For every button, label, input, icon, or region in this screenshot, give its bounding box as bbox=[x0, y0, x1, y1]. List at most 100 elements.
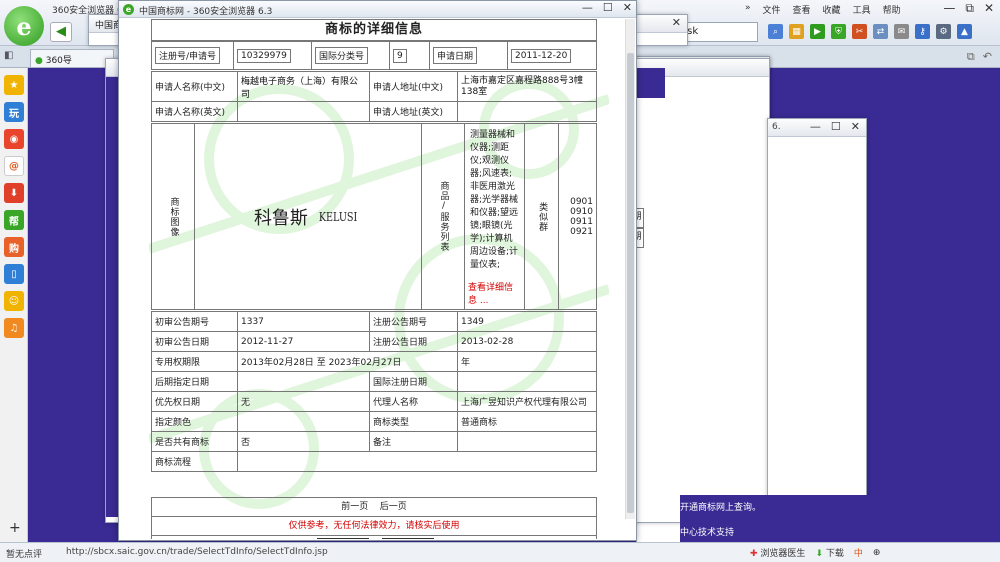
sidebar-help-icon[interactable]: 帮 bbox=[4, 210, 24, 230]
doctor-icon: ✚ bbox=[750, 549, 758, 559]
popup-scrollbar[interactable] bbox=[625, 19, 635, 519]
minimize-icon[interactable]: — bbox=[943, 1, 955, 16]
menu-tools[interactable]: 工具 bbox=[853, 3, 871, 16]
applicant-en-value bbox=[237, 101, 370, 122]
pagination: 前一页 后一页 bbox=[151, 497, 597, 517]
address-cn-value: 上海市嘉定区嘉程路888号3幢138室 bbox=[457, 71, 597, 102]
menu-file[interactable]: 文件 bbox=[763, 3, 781, 16]
applicant-cn-value: 梅越电子商务（上海）有限公司 bbox=[237, 71, 370, 102]
popup-titlebar: e 中国商标网 - 360安全浏览器 6.3 — ☐ ✕ bbox=[119, 1, 636, 18]
intl-class-label: 国际分类号 bbox=[315, 47, 369, 64]
print-button[interactable]: 打 印 bbox=[317, 538, 369, 539]
download-icon[interactable]: ⬇ bbox=[4, 183, 24, 203]
menu-view[interactable]: 查看 bbox=[793, 3, 811, 16]
page-title: 商标的详细信息 bbox=[151, 19, 597, 41]
color-value bbox=[237, 411, 370, 432]
favorites-star-icon[interactable]: ★ bbox=[4, 75, 24, 95]
background-footer-text: 开通商标网上查询。 bbox=[680, 503, 762, 513]
translate-icon[interactable]: ⇄ bbox=[873, 24, 888, 39]
background-window-title: 6. bbox=[772, 122, 781, 132]
background-window-titlebar: 6. — ☐ ✕ bbox=[768, 119, 866, 137]
reg-pub-date-value: 2013-02-28 bbox=[457, 331, 597, 352]
back-button[interactable]: ◀ bbox=[50, 22, 72, 42]
input-method-tray[interactable]: 中 bbox=[854, 546, 863, 559]
next-page-link[interactable]: 后一页 bbox=[380, 502, 407, 512]
shopping-icon[interactable]: 购 bbox=[4, 237, 24, 257]
browser-menu: » 文件 查看 收藏 工具 帮助 bbox=[745, 3, 901, 16]
exclusive-to: 2023年02月27日 bbox=[328, 358, 402, 368]
left-sidebar: ★ 玩 ◉ @ ⬇ 帮 购 ▯ ☺ ♫ + bbox=[0, 68, 28, 542]
tools-icon[interactable]: ⚙ bbox=[936, 24, 951, 39]
screenshot-icon[interactable]: ✂ bbox=[852, 24, 867, 39]
triangle-icon[interactable]: ▲ bbox=[957, 24, 972, 39]
basic-info-table: 注册号/申请号 10329979 国际分类号 9 申请日期 2011-12-20 bbox=[151, 41, 597, 70]
applicant-cn-label: 申请人名称(中文) bbox=[151, 71, 238, 102]
tab-favicon-icon: ● bbox=[35, 56, 43, 66]
key-icon[interactable]: ⚷ bbox=[915, 24, 930, 39]
close-button[interactable]: 关 闭 bbox=[382, 538, 434, 539]
mail-at-icon[interactable]: @ bbox=[4, 156, 24, 176]
weibo-icon[interactable]: ◉ bbox=[4, 129, 24, 149]
emoji-icon[interactable]: ☺ bbox=[4, 291, 24, 311]
similar-group-line-2: 0911 0921 bbox=[570, 216, 593, 237]
background-window-far-right: 6. — ☐ ✕ bbox=[767, 118, 867, 508]
background-window-controls: — ☐ ✕ bbox=[810, 120, 860, 133]
priority-value: 无 bbox=[237, 391, 370, 412]
view-details-link[interactable]: 查看详细信息 ... bbox=[468, 280, 521, 306]
download-status-button[interactable]: ⬇ 下载 bbox=[815, 546, 843, 559]
intl-reg-date-value bbox=[457, 371, 597, 392]
reg-pub-no-label: 注册公告期号 bbox=[369, 311, 458, 332]
later-date-label: 后期指定日期 bbox=[151, 371, 238, 392]
intl-reg-date-label: 国际注册日期 bbox=[369, 371, 458, 392]
app-date-label: 申请日期 bbox=[433, 47, 478, 64]
music-icon[interactable]: ♫ bbox=[4, 318, 24, 338]
exclusive-to-word: 至 bbox=[316, 358, 326, 368]
undo-icon[interactable]: ↶ bbox=[983, 50, 992, 64]
browser-logo-icon: e bbox=[123, 4, 134, 15]
address-cn-label: 申请人地址(中文) bbox=[369, 71, 458, 102]
minimize-icon[interactable]: — bbox=[582, 1, 593, 14]
close-icon[interactable]: ✕ bbox=[672, 16, 681, 29]
menu-favorites[interactable]: 收藏 bbox=[823, 3, 841, 16]
download-label: 下载 bbox=[825, 549, 844, 559]
applicant-en-label: 申请人名称(英文) bbox=[151, 101, 238, 122]
sidebar-play-icon[interactable]: 玩 bbox=[4, 102, 24, 122]
zoom-icon[interactable]: ⊕ bbox=[873, 548, 881, 558]
trademark-detail-content: 商标的详细信息 注册号/申请号 10329979 国际分类号 9 申请日期 20… bbox=[149, 19, 609, 539]
restore-icon[interactable]: ☐ bbox=[831, 120, 841, 133]
tab-strip-controls: ⧉ ↶ bbox=[967, 50, 992, 64]
browser-doctor-label: 浏览器医生 bbox=[760, 549, 806, 559]
new-window-icon[interactable]: ⧉ bbox=[967, 50, 975, 64]
browser-window-controls: — ⧉ ✕ bbox=[943, 1, 994, 16]
download-icon: ⬇ bbox=[815, 549, 823, 559]
scrollbar-thumb[interactable] bbox=[627, 53, 634, 513]
shared-value: 否 bbox=[237, 431, 370, 452]
shield-icon[interactable]: ⛨ bbox=[831, 24, 846, 39]
flow-value bbox=[237, 451, 597, 472]
similar-group-label: 类似群 bbox=[537, 201, 548, 232]
minimize-icon[interactable]: — bbox=[810, 120, 821, 133]
browser-doctor-button[interactable]: ✚ 浏览器医生 bbox=[750, 546, 805, 559]
book-icon[interactable]: ▯ bbox=[4, 264, 24, 284]
apps-icon[interactable]: ▦ bbox=[789, 24, 804, 39]
status-right-tools: ✚ 浏览器医生 ⬇ 下载 中 ⊕ bbox=[750, 546, 881, 560]
type-value: 普通商标 bbox=[457, 411, 597, 432]
no-review-status[interactable]: 暂无点评 bbox=[6, 547, 42, 560]
add-sidebar-icon[interactable]: + bbox=[9, 520, 21, 536]
mail-icon[interactable]: ✉ bbox=[894, 24, 909, 39]
prev-page-link[interactable]: 前一页 bbox=[341, 502, 368, 512]
play-icon[interactable]: ▶ bbox=[810, 24, 825, 39]
close-icon[interactable]: ✕ bbox=[623, 1, 632, 14]
menu-more-icon[interactable]: » bbox=[745, 3, 751, 16]
restore-icon[interactable]: ⧉ bbox=[965, 1, 974, 16]
close-icon[interactable]: ✕ bbox=[851, 120, 860, 133]
close-icon[interactable]: ✕ bbox=[984, 1, 994, 16]
tab-360-nav[interactable]: ● 360导 bbox=[30, 49, 114, 67]
search-icon[interactable]: ⌕ bbox=[768, 24, 783, 39]
priority-label: 优先权日期 bbox=[151, 391, 238, 412]
restore-icon[interactable]: ☐ bbox=[603, 1, 613, 14]
menu-help[interactable]: 帮助 bbox=[883, 3, 901, 16]
tab-list-icon[interactable]: ◧ bbox=[4, 50, 13, 61]
exclusive-year-unit: 年 bbox=[457, 351, 597, 372]
search-input[interactable]: rsk bbox=[676, 22, 758, 42]
